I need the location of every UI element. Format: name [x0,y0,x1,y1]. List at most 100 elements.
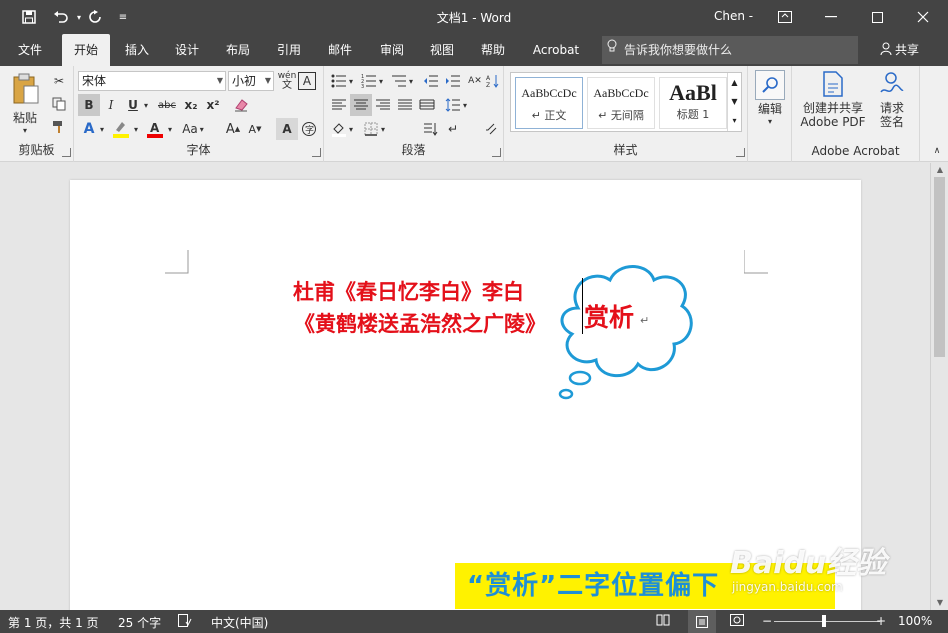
tab-review[interactable]: 审阅 [371,34,413,66]
chevron-up-icon[interactable]: ▲ [728,73,741,92]
highlight-icon[interactable] [110,118,132,140]
watermark-url: jingyan.baidu.com [732,580,843,594]
tab-insert[interactable]: 插入 [116,34,158,66]
create-pdf-button[interactable]: 创建并共享 Adobe PDF [796,70,870,129]
grow-font-icon[interactable]: A ▲ [222,118,244,140]
vertical-scrollbar[interactable]: ▲ ▼ [930,163,948,610]
align-left-icon[interactable] [328,94,350,116]
change-case-button[interactable]: Aa ▾ [178,118,208,140]
close-icon[interactable] [900,0,946,34]
proofing-icon[interactable] [178,614,192,630]
character-border-button[interactable]: A [298,72,316,90]
decrease-indent-icon[interactable] [420,70,442,92]
tell-me-search[interactable]: 告诉我你想要做什么 [602,36,858,64]
clear-formatting-icon[interactable] [230,94,252,116]
paragraph-launcher-icon[interactable] [492,148,501,157]
line-spacing-dropdown-icon[interactable]: ▾ [460,94,470,116]
styles-launcher-icon[interactable] [736,148,745,157]
justify-icon[interactable] [394,94,416,116]
web-layout-icon[interactable] [730,614,744,629]
underline-dropdown-icon[interactable]: ▾ [140,94,152,116]
paste-button[interactable]: 粘贴 ▾ [6,72,44,135]
chevron-down-icon[interactable]: ▼ [728,92,741,111]
styles-scroll[interactable]: ▲ ▼ ▾ [727,73,741,131]
numbering-dropdown-icon[interactable]: ▾ [376,70,386,92]
strikethrough-button[interactable]: abc [154,94,180,116]
align-right-icon[interactable] [372,94,394,116]
scroll-thumb[interactable] [934,177,945,357]
distributed-icon[interactable] [416,94,438,116]
borders-dropdown-icon[interactable]: ▾ [378,118,388,140]
editing-button[interactable]: 编辑 ▾ [752,70,788,126]
format-painter-icon[interactable] [48,116,70,138]
tab-file[interactable]: 文件 [8,34,52,66]
italic-button[interactable]: I [100,94,122,116]
character-shading-icon[interactable]: A [276,118,298,140]
document-line-1[interactable]: 杜甫《春日忆李白》李白 [293,276,524,306]
zoom-in-icon[interactable]: + [876,614,886,628]
font-group: 宋体 ▼ 小初 ▼ wén 文 A B I U ▾ abc x₂ x² A ▾ ▾ A… [74,66,324,162]
collapse-ribbon-icon[interactable]: ∧ [926,140,948,162]
style-heading-1[interactable]: AaBl 标题 1 [659,77,727,129]
highlight-dropdown-icon[interactable]: ▾ [130,118,142,140]
tab-layout[interactable]: 布局 [217,34,259,66]
tab-design[interactable]: 设计 [166,34,208,66]
language-indicator[interactable]: 中文(中国) [211,614,268,631]
title-bar: ▾ ≡ 文档1 - Word Chen - [0,0,948,34]
zoom-slider[interactable] [774,621,880,622]
shrink-font-icon[interactable]: A ▼ [244,118,266,140]
tab-acrobat[interactable]: Acrobat [526,34,586,66]
print-layout-icon[interactable] [688,610,716,633]
multilevel-dropdown-icon[interactable]: ▾ [406,70,416,92]
status-bar: 第 1 页，共 1 页 25 个字 中文(中国) − + 100% [0,610,948,633]
word-count[interactable]: 25 个字 [118,614,161,631]
shading-dropdown-icon[interactable]: ▾ [346,118,356,140]
minimize-icon[interactable] [808,0,854,34]
user-name[interactable]: Chen - [714,9,753,23]
paste-dropdown-icon[interactable]: ▾ [6,126,44,135]
scroll-down-icon[interactable]: ▼ [931,596,948,610]
copy-icon[interactable] [48,93,70,115]
font-color-dropdown-icon[interactable]: ▾ [164,118,176,140]
bullets-dropdown-icon[interactable]: ▾ [346,70,356,92]
subscript-button[interactable]: x₂ [180,94,202,116]
request-sign-button[interactable]: 请求 签名 [872,70,912,129]
share-button[interactable]: 共享 [880,34,919,66]
align-center-icon[interactable] [350,94,372,116]
increase-indent-icon[interactable] [442,70,464,92]
tab-help[interactable]: 帮助 [472,34,514,66]
sort-icon[interactable]: AZ [482,70,504,92]
font-launcher-icon[interactable] [312,148,321,157]
text-direction-icon[interactable]: ↵ [442,118,464,140]
maximize-icon[interactable] [854,0,900,34]
show-marks-icon[interactable] [480,118,502,140]
text-effects-dropdown-icon[interactable]: ▾ [96,118,108,140]
tab-view[interactable]: 视图 [421,34,463,66]
font-color-icon[interactable]: A [144,118,166,140]
paste-label: 粘贴 [12,111,37,125]
tab-mailings[interactable]: 邮件 [319,34,361,66]
tab-references[interactable]: 引用 [268,34,310,66]
asian-layout-icon[interactable] [420,118,442,140]
zoom-out-icon[interactable]: − [762,614,772,628]
zoom-slider-thumb[interactable] [822,615,826,627]
clipboard-launcher-icon[interactable] [62,148,71,157]
more-icon[interactable]: ▾ [728,111,741,130]
font-size-select[interactable]: 小初 ▼ [228,71,274,91]
page-count[interactable]: 第 1 页，共 1 页 [8,614,99,631]
phonetic-guide-button[interactable]: wén 文 [276,70,298,92]
cut-icon[interactable]: ✂ [48,70,70,92]
font-name-select[interactable]: 宋体 ▼ [78,71,226,91]
superscript-button[interactable]: x² [202,94,224,116]
bold-button[interactable]: B [78,94,100,116]
cloud-text[interactable]: 赏析 [584,298,634,334]
style-normal[interactable]: AaBbCcDc ↵ 正文 [515,77,583,129]
document-line-2[interactable]: 《黄鹤楼送孟浩然之广陵》 [294,308,546,338]
enclose-characters-icon[interactable]: 字 [298,118,320,140]
read-mode-icon[interactable] [656,614,670,629]
ribbon-display-icon[interactable] [762,0,808,34]
style-no-spacing[interactable]: AaBbCcDc ↵ 无间隔 [587,77,655,129]
scroll-up-icon[interactable]: ▲ [931,163,948,177]
zoom-level[interactable]: 100% [898,614,932,628]
tab-home[interactable]: 开始 [62,34,110,66]
